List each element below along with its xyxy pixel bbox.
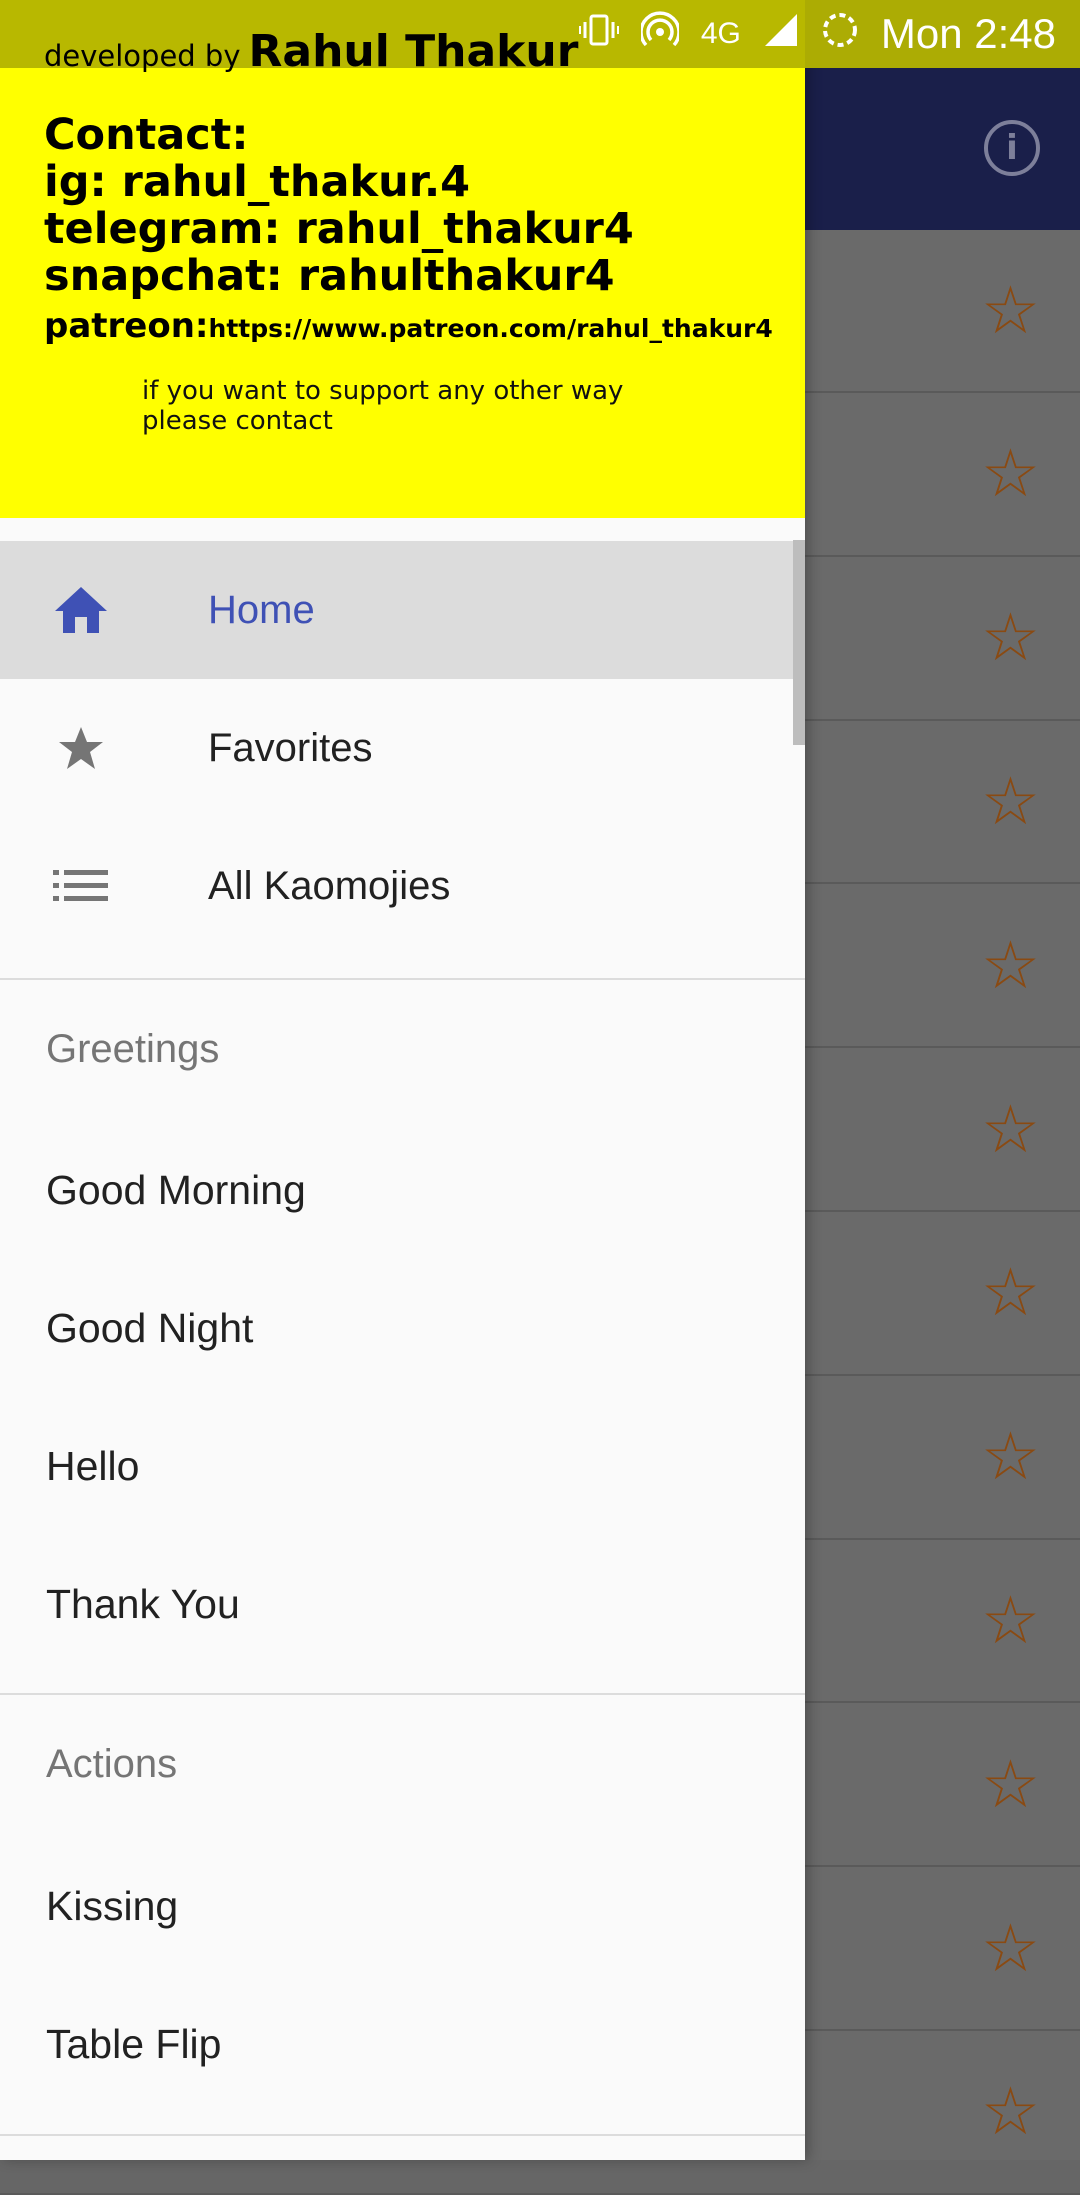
drawer-header: Contact: ig: rahul_thakur.4 telegram: ra… [0, 0, 805, 518]
star-outline-icon[interactable]: ☆ [981, 768, 1040, 835]
star-outline-icon[interactable]: ☆ [981, 605, 1040, 671]
telegram-handle: telegram: rahul_thakur4 [44, 204, 634, 254]
developer-credit: developed by Rahul Thakur [44, 26, 578, 77]
snapchat-handle: snapchat: rahulthakur4 [44, 251, 615, 301]
vibrate-icon [578, 12, 619, 56]
instagram-handle: ig: rahul_thakur.4 [44, 157, 471, 207]
network-type: 4G [700, 17, 741, 50]
menu-item-good-morning[interactable]: Good Morning [0, 1121, 805, 1259]
menu-item-good-night[interactable]: Good Night [0, 1259, 805, 1397]
star-outline-icon[interactable]: ☆ [981, 1260, 1040, 1326]
nav-item-favorites[interactable]: Favorites [0, 679, 805, 817]
support-note: if you want to support any other way ple… [142, 376, 624, 436]
menu-label: Table Flip [46, 2020, 222, 2067]
menu-label: Kissing [46, 1882, 179, 1929]
menu-item-table-flip[interactable]: Table Flip [0, 1975, 805, 2113]
patreon-label: patreon: [44, 306, 209, 346]
menu-label: Good Morning [46, 1166, 306, 1213]
contact-info: Contact: ig: rahul_thakur.4 telegram: ra… [44, 112, 773, 355]
section-header-greetings: Greetings [46, 1027, 220, 1071]
star-outline-icon[interactable]: ☆ [981, 1424, 1040, 1490]
navigation-drawer: Contact: ig: rahul_thakur.4 telegram: ra… [0, 0, 805, 2160]
hotspot-icon [639, 10, 681, 58]
developed-by-label: developed by [44, 39, 241, 73]
star-outline-icon[interactable]: ☆ [981, 932, 1040, 999]
menu-label: Thank You [46, 1580, 240, 1627]
nav-label-favorites: Favorites [208, 725, 373, 770]
scrollbar[interactable] [793, 540, 805, 745]
star-outline-icon[interactable]: ☆ [981, 1587, 1040, 1654]
menu-label: Hello [46, 1442, 140, 1489]
star-outline-icon[interactable]: ☆ [981, 277, 1040, 344]
patreon-link[interactable]: https://www.patreon.com/rahul_thakur4 [209, 314, 773, 343]
star-outline-icon[interactable]: ☆ [981, 1751, 1040, 1818]
star-outline-icon[interactable]: ☆ [981, 1915, 1040, 1982]
star-outline-icon[interactable]: ☆ [981, 441, 1040, 507]
nav-item-all-kaomojies[interactable]: All Kaomojies [0, 817, 805, 955]
developer-name: Rahul Thakur [248, 26, 579, 77]
star-icon [50, 717, 112, 779]
signal-icon [763, 12, 799, 57]
divider [0, 2134, 805, 2136]
status-icons: 4G Mon 2:48 [578, 0, 1056, 68]
nav-item-home[interactable]: Home [0, 541, 805, 679]
list-icon [50, 855, 112, 917]
divider [0, 978, 805, 980]
patreon-line: patreon:https://www.patreon.com/rahul_th… [44, 300, 773, 355]
star-outline-icon[interactable]: ☆ [981, 2079, 1040, 2145]
star-outline-icon[interactable]: ☆ [981, 1096, 1040, 1163]
section-header-actions: Actions [46, 1742, 178, 1786]
nav-label-home: Home [208, 587, 315, 632]
info-icon[interactable]: i [984, 120, 1040, 176]
home-icon [50, 579, 112, 641]
loading-icon [821, 11, 859, 58]
menu-item-thank-you[interactable]: Thank You [0, 1535, 805, 1673]
contact-title: Contact: [44, 110, 249, 160]
clock: Mon 2:48 [880, 10, 1056, 57]
menu-label: Good Night [46, 1304, 254, 1351]
divider [0, 1693, 805, 1695]
nav-label-all-kaomojies: All Kaomojies [208, 863, 451, 908]
menu-item-hello[interactable]: Hello [0, 1397, 805, 1535]
menu-item-kissing[interactable]: Kissing [0, 1837, 805, 1975]
